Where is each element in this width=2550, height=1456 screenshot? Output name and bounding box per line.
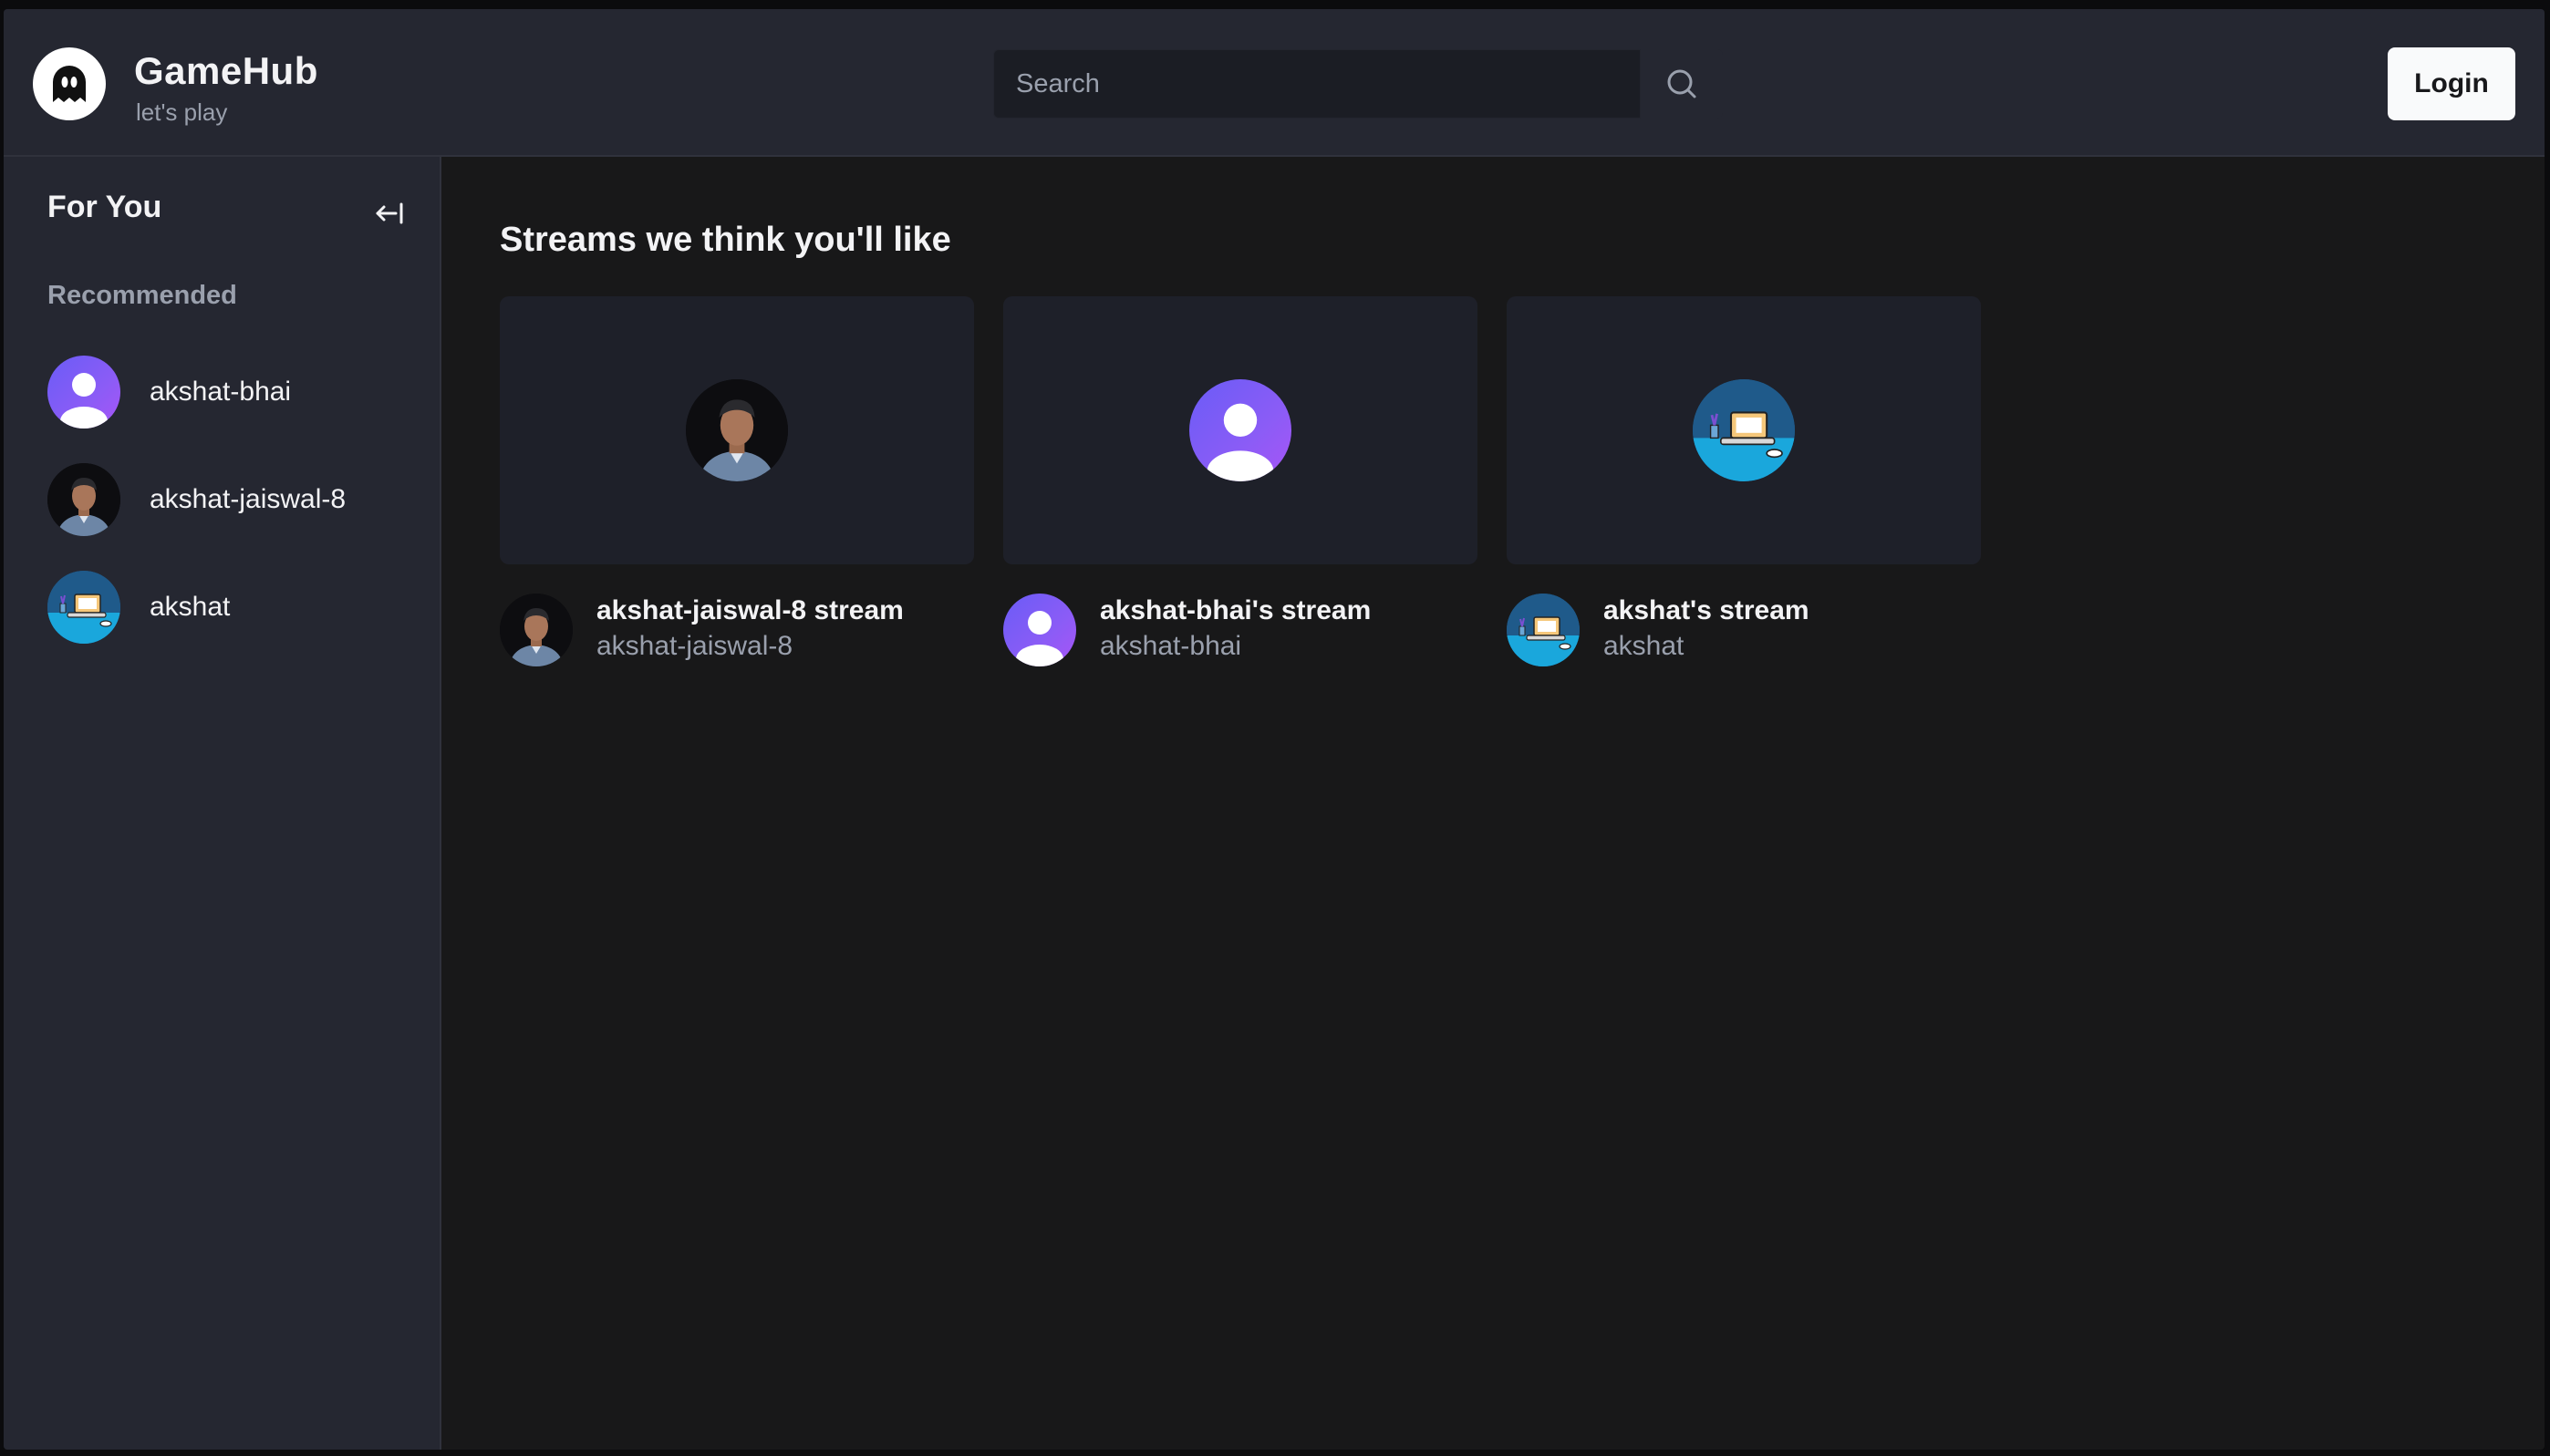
sidebar-item-label: akshat-jaiswal-8 xyxy=(150,484,347,514)
page-title: Streams we think you'll like xyxy=(500,221,951,259)
search-button[interactable] xyxy=(1641,49,1723,119)
photo-avatar[interactable] xyxy=(500,594,573,666)
stream-thumbnail[interactable] xyxy=(1507,296,1981,564)
sidebar: For You Recommended akshat-bhai akshat-j… xyxy=(4,157,441,1450)
default-avatar xyxy=(47,356,120,429)
ghost-logo-icon[interactable] xyxy=(33,47,106,120)
brand-subtitle: let's play xyxy=(136,98,228,126)
stream-title[interactable]: akshat-bhai's stream xyxy=(1100,594,1371,628)
brand-title[interactable]: GameHub xyxy=(134,49,318,93)
stream-card[interactable]: akshat-jaiswal-8 stream akshat-jaiswal-8 xyxy=(500,296,974,666)
stream-thumbnail[interactable] xyxy=(500,296,974,564)
app-window: GameHub let's play Login For You Recomme… xyxy=(4,9,2545,1450)
desk-illustration-avatar[interactable] xyxy=(1507,594,1580,666)
photo-avatar xyxy=(686,379,788,481)
recommended-label: Recommended xyxy=(47,281,237,310)
sidebar-title: For You xyxy=(47,190,162,224)
photo-avatar xyxy=(47,463,120,536)
stream-username: akshat-bhai xyxy=(1100,631,1242,661)
login-button[interactable]: Login xyxy=(2388,47,2515,120)
desk-illustration-avatar xyxy=(1693,379,1795,481)
stream-username: akshat xyxy=(1603,631,1684,661)
desk-illustration-avatar xyxy=(47,571,120,644)
search-icon xyxy=(1667,69,1696,98)
search-input[interactable] xyxy=(993,49,1641,119)
sidebar-item-akshat-bhai[interactable]: akshat-bhai xyxy=(47,356,430,429)
stream-card[interactable]: akshat's stream akshat xyxy=(1507,296,1981,666)
sidebar-item-label: akshat-bhai xyxy=(150,377,292,407)
collapse-left-icon[interactable] xyxy=(370,195,407,232)
default-avatar xyxy=(1189,379,1291,481)
top-navbar: GameHub let's play Login xyxy=(4,9,2545,157)
sidebar-item-akshat-jaiswal-8[interactable]: akshat-jaiswal-8 xyxy=(47,463,430,536)
stream-title[interactable]: akshat-jaiswal-8 stream xyxy=(596,594,904,628)
default-avatar[interactable] xyxy=(1003,594,1076,666)
sidebar-item-label: akshat xyxy=(150,592,231,622)
stream-title[interactable]: akshat's stream xyxy=(1603,594,1809,628)
sidebar-item-akshat[interactable]: akshat xyxy=(47,571,430,644)
stream-card[interactable]: akshat-bhai's stream akshat-bhai xyxy=(1003,296,1477,666)
stream-username: akshat-jaiswal-8 xyxy=(596,631,793,661)
stream-thumbnail[interactable] xyxy=(1003,296,1477,564)
